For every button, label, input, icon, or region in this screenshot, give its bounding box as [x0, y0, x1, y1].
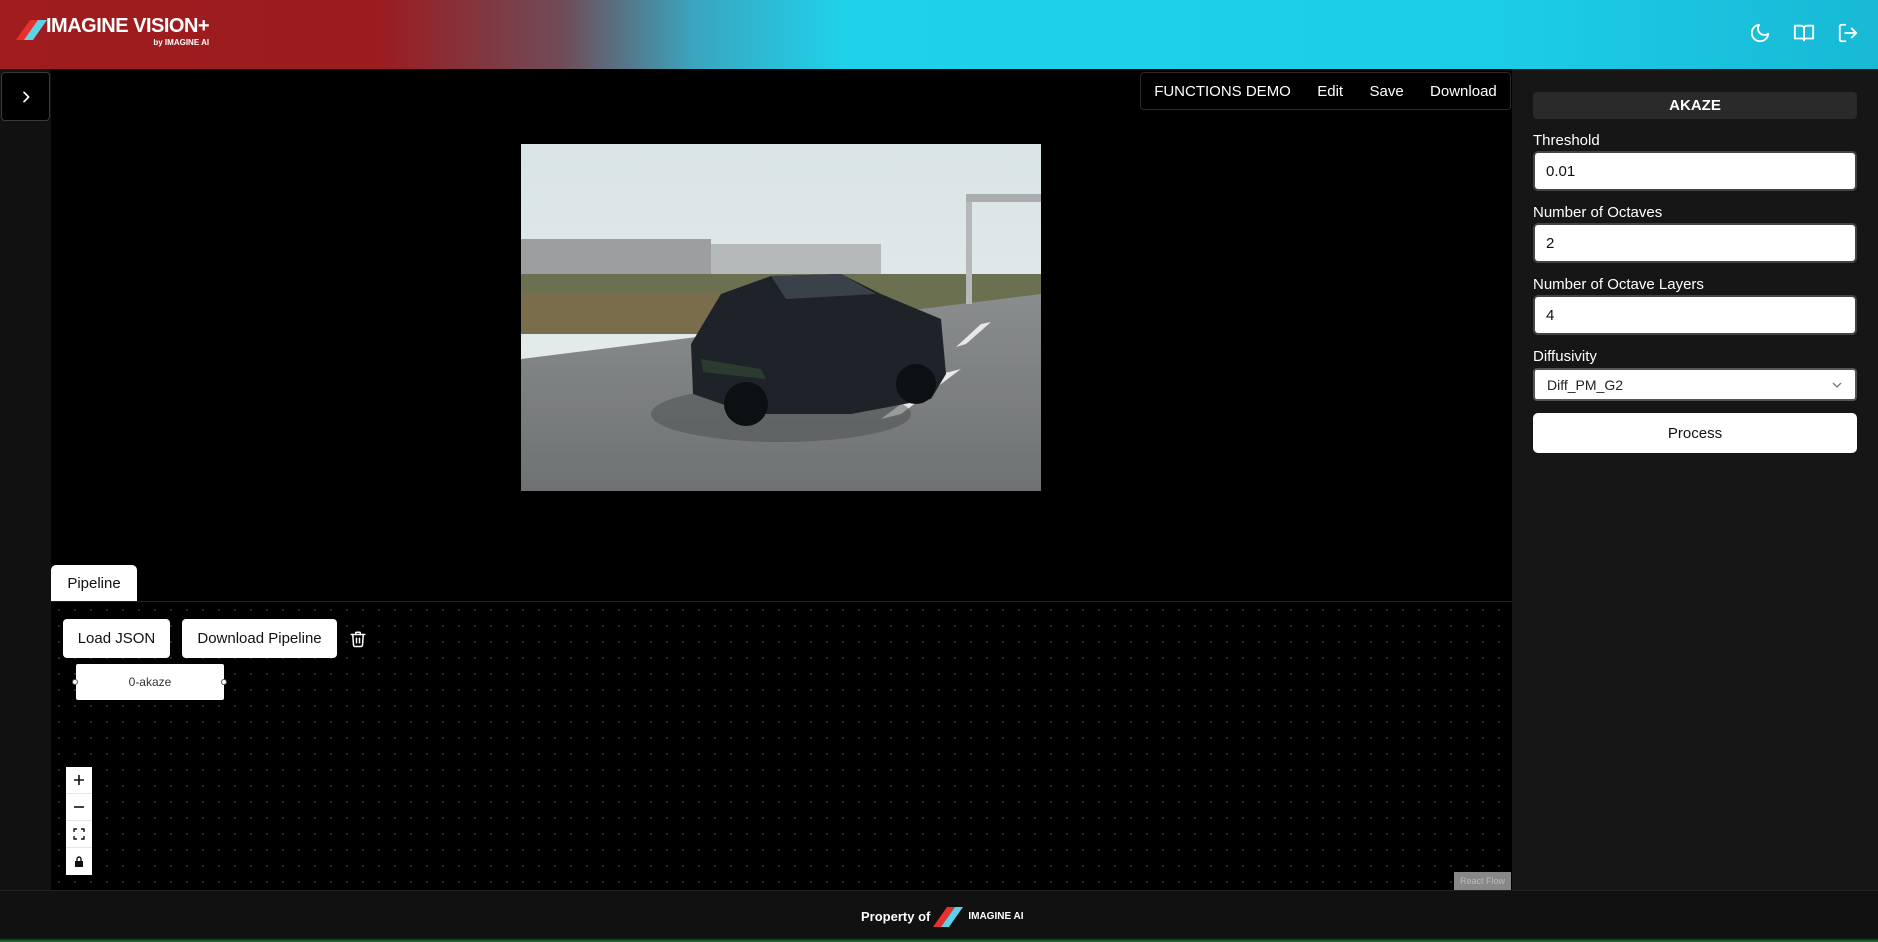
property-text: Property of [861, 908, 931, 924]
fit-view-icon [73, 828, 85, 840]
tab-pipeline[interactable]: Pipeline [51, 565, 137, 601]
node-output-handle[interactable] [221, 679, 227, 685]
flow-controls [66, 767, 92, 875]
load-json-button[interactable]: Load JSON [63, 619, 170, 658]
diffusivity-label: Diffusivity [1533, 348, 1597, 365]
zoom-out-button[interactable] [66, 794, 92, 821]
process-button[interactable]: Process [1533, 413, 1857, 453]
node-input-handle[interactable] [72, 679, 78, 685]
preview-image [521, 144, 1041, 491]
diffusivity-value: Diff_PM_G2 [1547, 376, 1623, 393]
left-sidebar [0, 69, 51, 890]
footer-glow [0, 938, 1878, 942]
threshold-input[interactable]: 0.01 [1533, 151, 1857, 191]
brand-subtitle: by IMAGINE AI [153, 38, 210, 47]
fit-view-button[interactable] [66, 821, 92, 848]
octaves-label: Number of Octaves [1533, 204, 1663, 221]
brand-logo[interactable]: IMAGINE VISION+ by IMAGINE AI [15, 15, 210, 47]
minus-icon [74, 806, 84, 808]
download-pipeline-button[interactable]: Download Pipeline [182, 619, 337, 658]
octave-layers-label: Number of Octave Layers [1533, 276, 1704, 293]
lock-button[interactable] [66, 848, 92, 875]
header-actions [1748, 20, 1860, 46]
chevron-down-icon [1832, 382, 1842, 388]
save-menu[interactable]: Save [1369, 83, 1403, 100]
chevron-right-icon [22, 91, 29, 102]
lock-icon [75, 855, 83, 867]
functions-demo-menu[interactable]: FUNCTIONS DEMO [1154, 83, 1291, 100]
moon-icon[interactable] [1748, 20, 1772, 46]
logout-icon[interactable] [1836, 20, 1860, 46]
trash-icon[interactable] [348, 627, 368, 651]
top-bar: IMAGINE VISION+ by IMAGINE AI [0, 0, 1878, 69]
octaves-input[interactable]: 2 [1533, 223, 1857, 263]
footer-brand: IMAGINE AI [968, 910, 1024, 922]
book-icon[interactable] [1792, 20, 1816, 46]
download-menu[interactable]: Download [1430, 83, 1497, 100]
settings-panel [1512, 69, 1878, 890]
sidebar-toggle-button[interactable] [1, 72, 50, 121]
brand-name: IMAGINE VISION+ [46, 15, 210, 37]
top-menu-bar: FUNCTIONS DEMO Edit Save Download [1140, 72, 1511, 110]
pipeline-node[interactable]: 0-akaze [76, 664, 224, 700]
octave-layers-input[interactable]: 4 [1533, 295, 1857, 335]
react-flow-attribution[interactable]: React Flow [1454, 872, 1511, 890]
plus-icon [74, 775, 84, 785]
zoom-in-button[interactable] [66, 767, 92, 794]
logo-mark-icon [15, 20, 48, 40]
imagine-ai-logo-icon [933, 905, 964, 927]
edit-menu[interactable]: Edit [1317, 83, 1343, 100]
threshold-label: Threshold [1533, 132, 1600, 149]
footer: Property of IMAGINE AI [0, 890, 1878, 942]
diffusivity-select[interactable]: Diff_PM_G2 [1533, 368, 1857, 401]
panel-title: AKAZE [1533, 92, 1857, 119]
